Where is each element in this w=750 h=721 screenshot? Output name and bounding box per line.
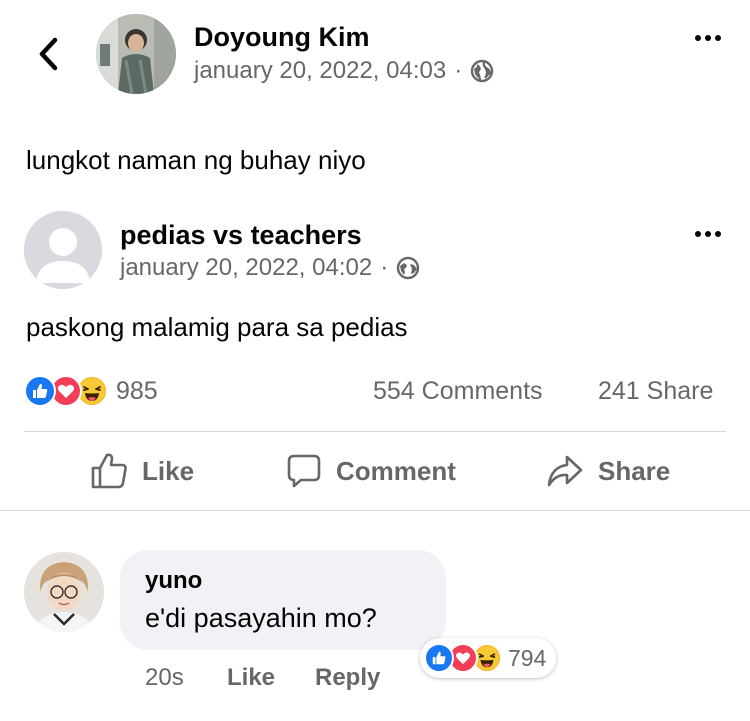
- comment-author[interactable]: yuno: [145, 567, 202, 595]
- comment-button[interactable]: Comment: [286, 448, 456, 494]
- post-text: lungkot naman ng buhay niyo: [26, 145, 366, 175]
- shared-author-name[interactable]: pedias vs teachers: [120, 220, 362, 251]
- like-button[interactable]: Like: [90, 448, 194, 494]
- post-more-button[interactable]: [690, 28, 726, 48]
- shared-author-avatar[interactable]: [24, 211, 102, 289]
- comment-bubble: [120, 550, 446, 650]
- shared-post-timestamp[interactable]: january 20, 2022, 04:02: [120, 254, 372, 282]
- post-timestamp[interactable]: january 20, 2022, 04:03: [194, 57, 446, 85]
- comment-label: Comment: [336, 455, 456, 486]
- reaction-summary[interactable]: 985: [24, 373, 158, 409]
- comment-bubble-icon: [287, 454, 321, 488]
- comment-time: 20s: [145, 664, 184, 691]
- share-button[interactable]: Share: [546, 448, 670, 494]
- shared-post-text: paskong malamig para sa pedias: [26, 312, 408, 342]
- share-label: Share: [598, 455, 671, 486]
- commenter-avatar[interactable]: [24, 552, 104, 632]
- reaction-count: 985: [116, 376, 158, 405]
- shared-post-more-button[interactable]: [690, 224, 726, 244]
- comment-text: e'di pasayahin mo?: [145, 603, 377, 633]
- comment-reply-button[interactable]: Reply: [315, 664, 380, 692]
- divider: [24, 431, 726, 432]
- comment-like-button[interactable]: Like: [227, 664, 275, 692]
- share-arrow-icon: [547, 455, 583, 487]
- back-button[interactable]: [30, 36, 66, 72]
- like-reaction-icon: [24, 375, 56, 407]
- comment-reaction-count: 794: [508, 644, 547, 671]
- meta-separator: ·: [380, 254, 389, 281]
- chevron-left-icon: [39, 37, 58, 71]
- thumbs-up-icon: [91, 453, 127, 489]
- shared-post-meta: january 20, 2022, 04:02 ·: [120, 254, 420, 282]
- section-divider: [0, 510, 750, 511]
- like-label: Like: [142, 455, 195, 486]
- comment-reaction-summary[interactable]: 794: [420, 638, 557, 678]
- author-avatar[interactable]: [96, 14, 176, 94]
- shares-count[interactable]: 241 Share: [598, 377, 713, 406]
- meta-separator: ·: [454, 57, 463, 84]
- like-reaction-icon: [424, 643, 454, 673]
- author-name[interactable]: Doyoung Kim: [194, 22, 370, 53]
- globe-icon[interactable]: [470, 59, 494, 83]
- comments-count[interactable]: 554 Comments: [373, 377, 543, 406]
- post-meta: january 20, 2022, 04:03 ·: [194, 57, 494, 85]
- globe-icon[interactable]: [396, 256, 420, 280]
